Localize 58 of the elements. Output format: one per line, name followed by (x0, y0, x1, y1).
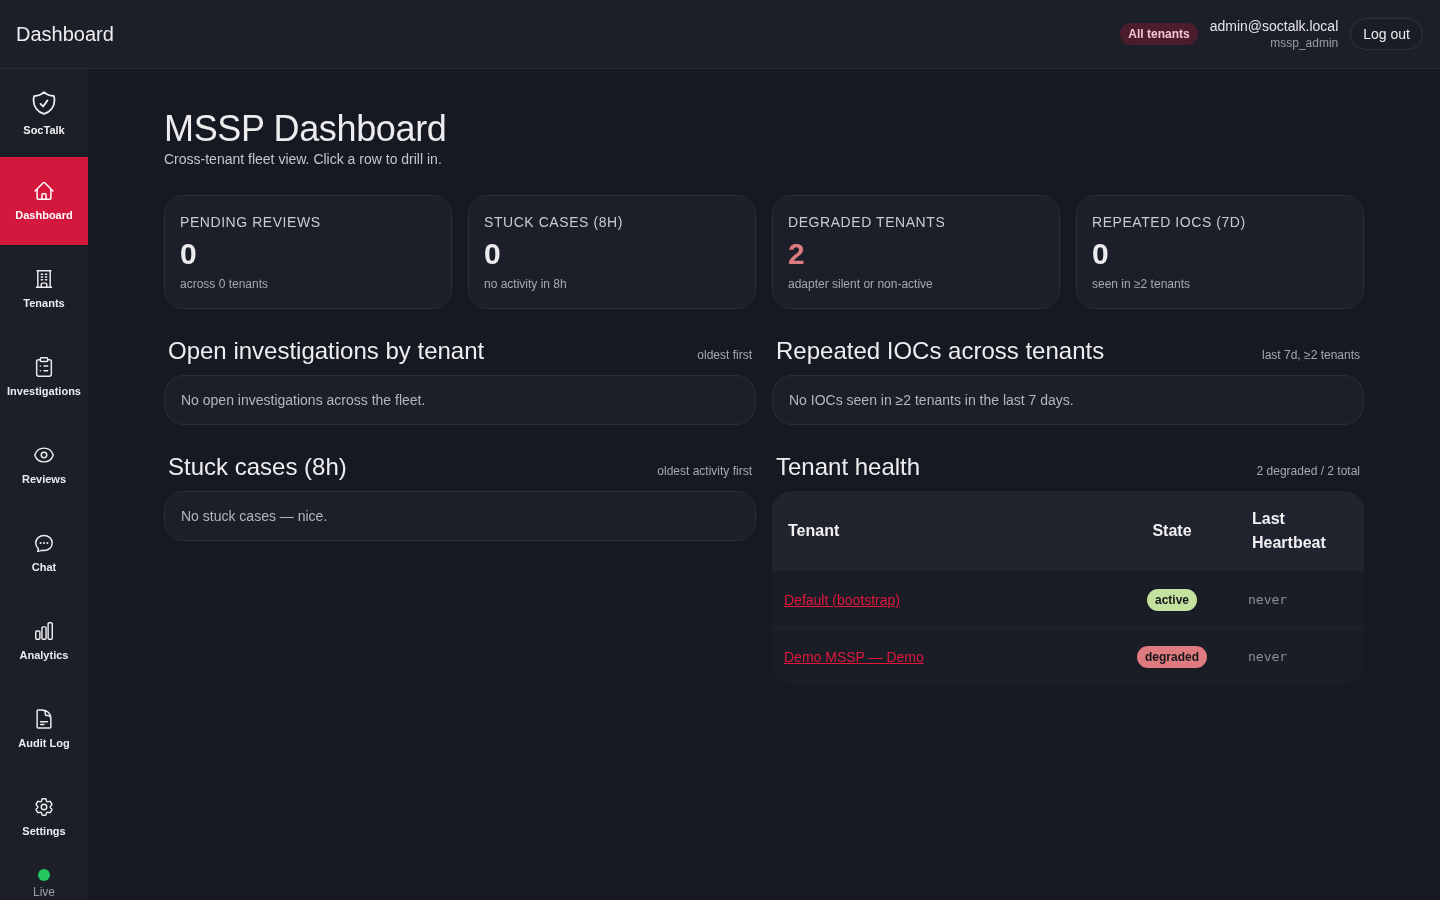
section-hint: 2 degraded / 2 total (1256, 463, 1360, 479)
stat-note: no activity in 8h (484, 276, 568, 292)
shield-check-icon (30, 89, 58, 117)
page-header-title: Dashboard (16, 22, 114, 47)
settings-icon (33, 796, 55, 818)
sidebar-item[interactable]: Analytics (0, 597, 88, 685)
sidebar-item[interactable]: Chat (0, 509, 88, 597)
empty-state-message: No stuck cases — nice. (164, 491, 756, 541)
empty-state-message: No IOCs seen in ≥2 tenants in the last 7 days. (772, 375, 1364, 425)
page-title: MSSP Dashboard (164, 109, 448, 149)
eye-icon (33, 444, 55, 466)
clipboard-icon (33, 356, 55, 378)
table-cell-text: never (1248, 590, 1288, 609)
page-subtitle: Cross-tenant fleet view. Click a row to drill in. (164, 150, 443, 169)
empty-state-message: No open investigations across the fleet. (164, 375, 756, 425)
column-header: State (1151, 521, 1193, 541)
stat-value: 2 (788, 236, 806, 272)
stat-label: STUCK CASES (8H) (484, 213, 624, 232)
status-badge: active (1147, 588, 1197, 611)
sidebar-item[interactable]: Audit Log (0, 685, 88, 773)
stat-value: 0 (180, 236, 198, 272)
tenant-link[interactable]: Default (bootstrap) (784, 589, 900, 610)
stat-note: seen in ≥2 tenants (1092, 276, 1191, 292)
scope-badge: All tenants (1120, 23, 1198, 45)
building-icon (33, 268, 55, 290)
bar-chart-icon (33, 620, 55, 642)
section-title: Open investigations by tenant (168, 336, 485, 366)
section-title: Repeated IOCs across tenants (776, 336, 1105, 366)
status-badge: degraded (1137, 646, 1207, 668)
stat-note: adapter silent or non-active (788, 276, 934, 292)
user-email: admin@soctalk.local (1209, 17, 1339, 35)
section-hint: oldest first (697, 347, 752, 363)
stat-value: 0 (1092, 236, 1110, 272)
column-header: Tenant (787, 521, 841, 541)
stat-label: DEGRADED TENANTS (788, 213, 947, 232)
section-title: Tenant health (776, 452, 921, 482)
sidebar-item[interactable]: Tenants (0, 245, 88, 333)
logout-button[interactable]: Log out (1350, 18, 1423, 50)
status-label: Live (33, 884, 55, 900)
user-role: mssp_admin (1270, 35, 1339, 51)
brand-link[interactable]: SocTalk (0, 69, 88, 157)
stat-label: REPEATED IOCS (7D) (1092, 213, 1247, 232)
sidebar-item[interactable]: Investigations (0, 333, 88, 421)
column-header: Last Heartbeat (1251, 509, 1327, 553)
stat-value: 0 (484, 236, 502, 272)
section-hint: oldest activity first (657, 463, 752, 479)
tenant-link[interactable]: Demo MSSP — Demo (784, 647, 924, 667)
document-icon (33, 708, 55, 730)
section-hint: last 7d, ≥2 tenants (1262, 347, 1360, 363)
table-cell-text: never (1248, 648, 1288, 666)
chat-bubble-icon (33, 532, 55, 554)
stat-note: across 0 tenants (180, 276, 270, 292)
sidebar-item[interactable]: Dashboard (0, 157, 88, 245)
sidebar-item[interactable]: Settings (0, 773, 88, 861)
home-icon (33, 180, 55, 202)
sidebar-item[interactable]: Reviews (0, 421, 88, 509)
section-title: Stuck cases (8h) (168, 452, 347, 482)
stat-label: PENDING REVIEWS (180, 213, 322, 232)
